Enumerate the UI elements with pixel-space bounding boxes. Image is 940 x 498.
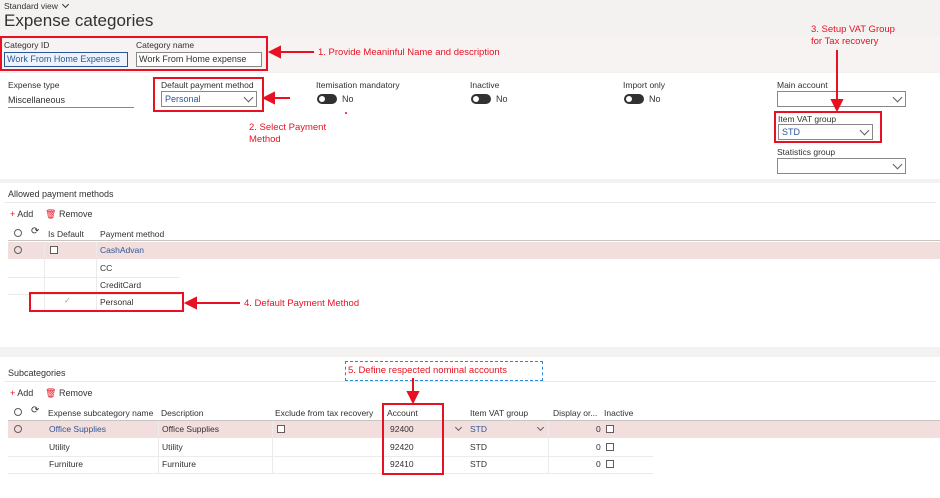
arrow-4-head bbox=[183, 296, 197, 310]
arrow-2-head bbox=[261, 91, 275, 105]
arrow-3-head bbox=[830, 99, 844, 113]
arrow-1-head bbox=[267, 45, 281, 59]
annotation-dot bbox=[345, 112, 347, 114]
arrow-5-head bbox=[406, 391, 420, 405]
annotation-arrows bbox=[183, 45, 844, 405]
